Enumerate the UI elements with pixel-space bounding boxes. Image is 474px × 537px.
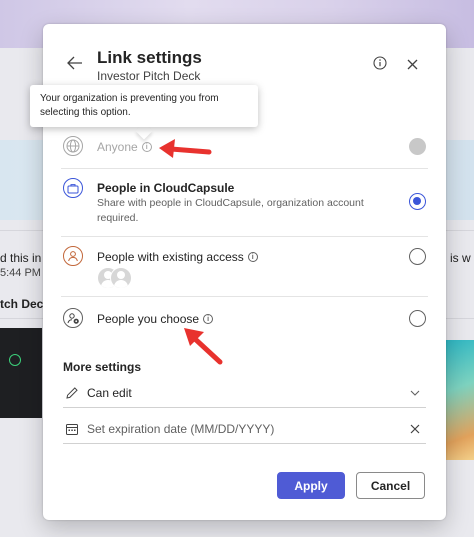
globe-icon [63, 136, 83, 156]
option-anyone-title: Anyone i [97, 140, 152, 154]
radio-people-in-org[interactable] [409, 193, 426, 210]
option-existing-access-label: People with existing access [97, 250, 244, 264]
people-settings-icon [63, 308, 83, 328]
info-icon[interactable]: i [141, 142, 152, 152]
arrow-left-icon [67, 56, 82, 70]
apply-button[interactable]: Apply [277, 472, 345, 499]
more-settings-heading: More settings [63, 360, 142, 374]
option-people-in-org[interactable]: People in CloudCapsule Share with people… [61, 174, 428, 232]
expiration-date-field[interactable]: Set expiration date (MM/DD/YYYY) [63, 416, 426, 444]
option-anyone-label: Anyone [97, 140, 138, 154]
option-divider [61, 296, 428, 297]
expiration-date-placeholder: Set expiration date (MM/DD/YYYY) [87, 422, 275, 436]
briefcase-icon [63, 178, 83, 198]
close-icon [410, 424, 420, 434]
dialog-subtitle: Investor Pitch Deck [97, 69, 201, 83]
backdrop-text-1: d this in [0, 251, 42, 265]
annotation-arrow-icon [184, 328, 223, 365]
option-people-in-org-title: People in CloudCapsule [97, 181, 235, 195]
permission-dropdown[interactable]: Can edit [63, 380, 426, 408]
close-icon [407, 59, 417, 69]
radio-existing-access[interactable] [409, 248, 426, 265]
info-icon [373, 56, 387, 70]
backdrop-image [446, 340, 474, 460]
option-divider [61, 236, 428, 237]
avatar-stack [97, 267, 137, 289]
back-button[interactable] [65, 54, 85, 72]
chevron-down-icon [408, 386, 422, 400]
info-icon[interactable]: i [247, 252, 258, 262]
backdrop-thumbnail [0, 328, 42, 418]
pencil-icon [66, 387, 78, 399]
clear-date-button[interactable] [408, 422, 422, 436]
option-existing-access-title: People with existing access i [97, 250, 258, 264]
person-icon [63, 246, 83, 266]
option-divider [61, 168, 428, 169]
backdrop-text-2: 5:44 PM [0, 267, 41, 279]
calendar-icon [66, 424, 78, 435]
backdrop-text-4: is w [450, 251, 471, 265]
disabled-option-tooltip: Your organization is preventing you from… [30, 85, 258, 127]
field-underline [63, 407, 426, 408]
avatar [110, 267, 132, 289]
radio-people-you-choose[interactable] [409, 310, 426, 327]
annotation-arrow-icon [159, 139, 212, 158]
dialog-title: Link settings [97, 48, 202, 67]
permission-value: Can edit [87, 386, 132, 400]
info-button[interactable] [373, 56, 389, 72]
radio-anyone[interactable] [409, 138, 426, 155]
option-people-in-org-description: Share with people in CloudCapsule, organ… [97, 197, 364, 224]
option-people-you-choose[interactable]: People you choose i [61, 306, 428, 334]
field-underline [63, 443, 426, 444]
option-anyone[interactable]: Anyone i [61, 134, 428, 160]
close-button[interactable] [404, 56, 420, 72]
cancel-button[interactable]: Cancel [356, 472, 425, 499]
backdrop-thumbnail-dot [9, 354, 21, 366]
